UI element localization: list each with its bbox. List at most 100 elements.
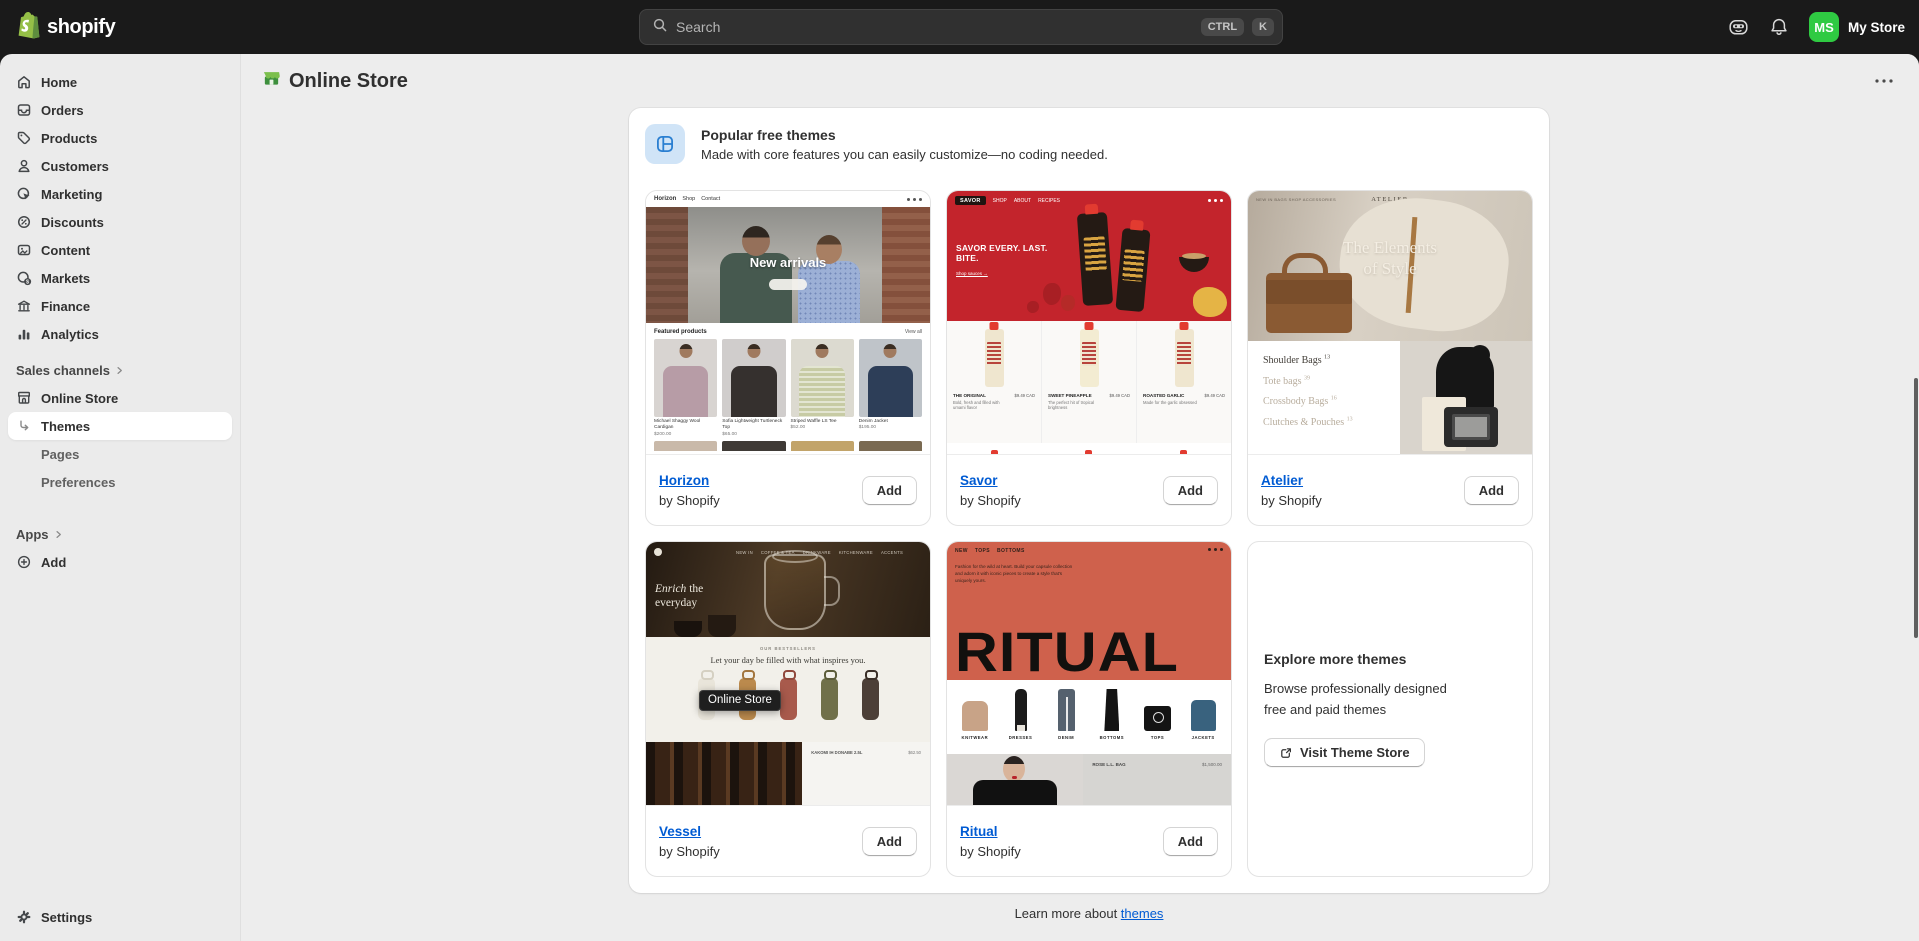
page-header: Online Store [241,54,1919,108]
horizon-figure [798,261,860,323]
horizon-hero-image: New arrivals [646,207,930,323]
sidebar-item-orders[interactable]: Orders [8,96,232,124]
topbar-actions: MS My Store [1728,0,1905,54]
horizon-preview-nav: Horizon Shop Contact [646,191,930,207]
sidebar-item-discounts[interactable]: Discounts [8,208,232,236]
online-store-icon [262,69,281,93]
theme-card-ritual: NEWTOPS BOTTOMS Fashion for the wild at … [946,541,1232,877]
explore-body: Browse professionally designedfree and p… [1264,679,1516,721]
sidebar-item-analytics[interactable]: Analytics [8,320,232,348]
sidebar-item-themes[interactable]: Themes [8,412,232,440]
shopify-logo[interactable]: shopify [0,11,115,44]
savor-product: SWEET PINEAPPLEThe perfect hit of tropic… [1042,321,1137,443]
atelier-categories-section: Shoulder Bags 13 Tote bags 39 Crossbody … [1248,341,1532,455]
theme-card-atelier: NEW IN BAGS SHOP ACCESSORIES ATELIER The… [1247,190,1533,526]
vessel-carafe [764,554,826,630]
sidebar-item-home[interactable]: Home [8,68,232,96]
ritual-theme-link[interactable]: Ritual [960,824,998,839]
savor-hero-image: SAVOR SHOP ABOUT RECIPES SAVOR EVERY. LA… [947,191,1231,321]
sidebar-item-finance[interactable]: Finance [8,292,232,320]
notifications-button[interactable] [1769,17,1789,37]
media-icon [16,242,32,258]
vessel-tumbler [821,678,838,720]
popular-themes-subtitle: Made with core features you can easily c… [701,147,1108,162]
ritual-add-button[interactable]: Add [1163,827,1218,856]
external-link-icon [1279,746,1293,760]
sub-arrow-icon [16,418,32,434]
vessel-lower-section: KAKOMI IH DONABE 2.5L $62.50 [646,742,930,806]
horizon-products-section: Featured products View all Michael Shagg… [646,323,930,451]
discount-icon [16,214,32,230]
sidebar-item-marketing[interactable]: Marketing [8,180,232,208]
search-placeholder: Search [676,19,1193,35]
atelier-theme-link[interactable]: Atelier [1261,473,1303,488]
page-content: Popular free themes Made with core featu… [241,108,1919,941]
savor-bottle [1115,228,1150,312]
page-title: Online Store [289,70,408,93]
bell-icon [1769,17,1789,37]
chevron-right-icon [54,530,63,539]
global-search-input[interactable]: Search CTRL K [639,9,1283,45]
sidebar-item-settings[interactable]: Settings [8,903,232,931]
online-store-tooltip: Online Store [699,690,781,711]
main-area: Online Store Popular free themes Made wi… [240,54,1919,941]
chevron-right-icon [115,366,124,375]
sidebar-item-preferences[interactable]: Preferences [8,468,232,496]
vessel-theme-author: by Shopify [659,844,720,859]
atelier-hero-image: NEW IN BAGS SHOP ACCESSORIES ATELIER The… [1248,191,1532,341]
atelier-theme-author: by Shopify [1261,493,1322,508]
ritual-hero-image: NEWTOPS BOTTOMS Fashion for the wild at … [947,542,1231,680]
sidebar-item-customers[interactable]: Customers [8,152,232,180]
savor-product: ROASTED GARLICMade for the garlic obsess… [1137,321,1231,443]
explore-more-card: Explore more themes Browse professionall… [1247,541,1533,877]
gear-icon [16,909,32,925]
savor-bottle [1077,212,1113,306]
horizon-theme-link[interactable]: Horizon [659,473,709,488]
vessel-tumbler [780,678,797,720]
orders-icon [16,102,32,118]
page-footer: Learn more about themes [629,906,1549,921]
globe-dollar-icon: $ [16,270,32,286]
savor-add-button[interactable]: Add [1163,476,1218,505]
horizon-hero-button [769,279,807,290]
shopify-wordmark: shopify [47,16,115,39]
sidebar-item-markets[interactable]: $ Markets [8,264,232,292]
explore-title: Explore more themes [1264,651,1516,667]
vessel-preview[interactable]: NEW INCOFFEE & TEA DRINKWAREKITCHENWARE … [646,542,930,806]
horizon-product: Sofia Lightweight Turtleneck Top$65.00 [722,339,785,438]
sidebar-item-online-store[interactable]: Online Store [8,384,232,412]
store-menu[interactable]: MS My Store [1809,12,1905,42]
shortcut-key-ctrl: CTRL [1201,18,1244,36]
atelier-preview[interactable]: NEW IN BAGS SHOP ACCESSORIES ATELIER The… [1248,191,1532,455]
themes-help-link[interactable]: themes [1121,906,1164,921]
savor-product: THE ORIGINALBold, fresh and filled with … [947,321,1042,443]
footer-text: Learn more about [1015,906,1121,921]
visit-theme-store-button[interactable]: Visit Theme Store [1264,738,1425,767]
scrollbar-thumb[interactable] [1914,378,1918,638]
vessel-theme-link[interactable]: Vessel [659,824,701,839]
horizon-preview[interactable]: Horizon Shop Contact New arrivals [646,191,930,455]
atelier-product-image [1400,341,1532,455]
shortcut-key-k: K [1252,18,1274,36]
ellipsis-icon [1875,79,1893,83]
popular-themes-card: Popular free themes Made with core featu… [629,108,1549,893]
sidebar-item-pages[interactable]: Pages [8,440,232,468]
sidekick-button[interactable] [1728,17,1749,37]
sales-channels-header[interactable]: Sales channels [8,356,232,384]
sidebar-item-products[interactable]: Products [8,124,232,152]
horizon-product: Michael Shaggy Wool Cardigan$200.00 [654,339,717,438]
page-more-button[interactable] [1869,68,1899,94]
ritual-preview[interactable]: NEWTOPS BOTTOMS Fashion for the wild at … [947,542,1231,806]
savor-preview[interactable]: SAVOR SHOP ABOUT RECIPES SAVOR EVERY. LA… [947,191,1231,455]
popular-themes-header: Popular free themes Made with core featu… [645,124,1533,164]
sidebar-item-content[interactable]: Content [8,236,232,264]
sidebar-item-add-app[interactable]: Add [8,548,232,576]
apps-header[interactable]: Apps [8,520,232,548]
atelier-add-button[interactable]: Add [1464,476,1519,505]
horizon-add-button[interactable]: Add [862,476,917,505]
vessel-add-button[interactable]: Add [862,827,917,856]
theme-card-vessel: NEW INCOFFEE & TEA DRINKWAREKITCHENWARE … [645,541,931,877]
plus-circle-icon [16,554,32,570]
savor-theme-link[interactable]: Savor [960,473,998,488]
app-frame: Home Orders Products Customers Marketing… [0,54,1919,941]
